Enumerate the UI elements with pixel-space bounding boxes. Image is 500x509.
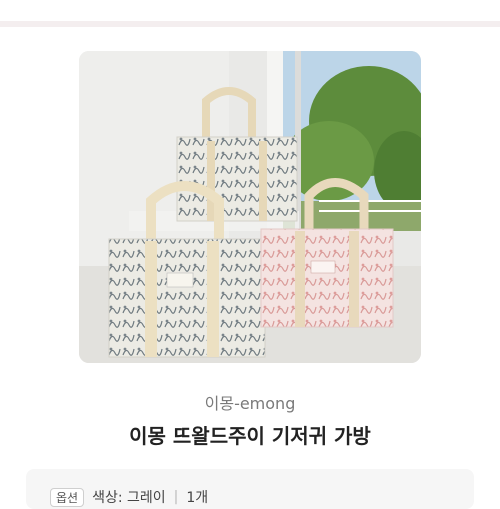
product-image[interactable] <box>79 51 421 363</box>
selected-option-box: 옵션 색상: 그레이 | 1개 <box>26 469 474 509</box>
option-row: 옵션 색상: 그레이 | 1개 <box>50 487 208 507</box>
brand-name[interactable]: 이몽-emong <box>0 390 500 414</box>
option-separator: | <box>173 489 179 505</box>
option-quantity: 1개 <box>186 490 209 506</box>
top-strip <box>0 0 500 27</box>
option-tag: 옵션 <box>50 487 85 507</box>
option-value: 색상: 그레이 <box>92 490 166 506</box>
product-photo-tote-bags <box>79 51 421 363</box>
product-title: 이몽 뜨왈드주이 기저귀 가방 <box>129 424 371 448</box>
top-divider <box>0 21 500 27</box>
